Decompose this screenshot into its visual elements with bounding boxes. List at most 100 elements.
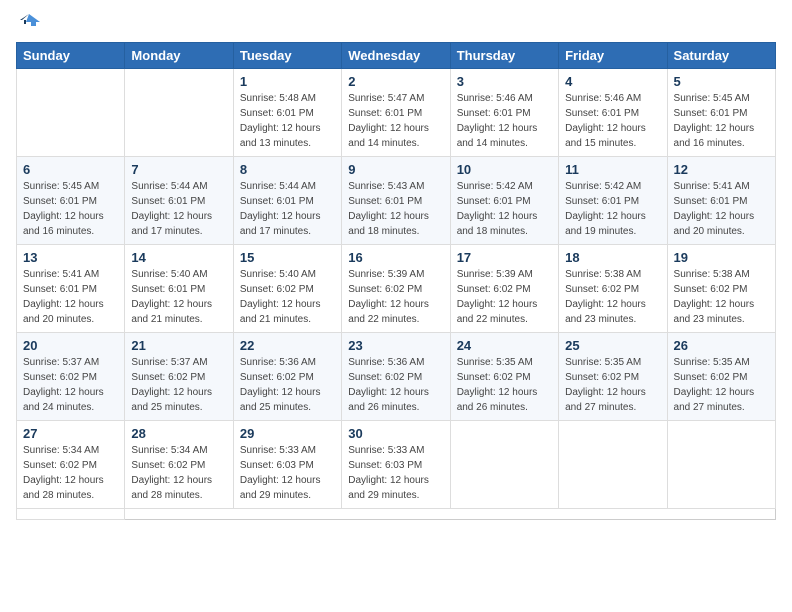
daylight: Daylight: 12 hours and 25 minutes. — [240, 387, 321, 413]
sunrise: Sunrise: 5:36 AM — [348, 357, 424, 368]
day-number: 28 — [131, 426, 226, 441]
day-info: Sunrise: 5:44 AM Sunset: 6:01 PM Dayligh… — [131, 179, 226, 239]
daylight: Daylight: 12 hours and 19 minutes. — [565, 211, 646, 237]
day-info: Sunrise: 5:41 AM Sunset: 6:01 PM Dayligh… — [23, 267, 118, 327]
sunrise: Sunrise: 5:46 AM — [457, 93, 533, 104]
sunset: Sunset: 6:01 PM — [240, 196, 314, 207]
daylight: Daylight: 12 hours and 20 minutes. — [23, 299, 104, 325]
day-info: Sunrise: 5:33 AM Sunset: 6:03 PM Dayligh… — [348, 443, 443, 503]
day-info: Sunrise: 5:45 AM Sunset: 6:01 PM Dayligh… — [23, 179, 118, 239]
sunset: Sunset: 6:01 PM — [457, 196, 531, 207]
calendar-week-row: 13 Sunrise: 5:41 AM Sunset: 6:01 PM Dayl… — [17, 245, 776, 333]
day-number: 27 — [23, 426, 118, 441]
sunrise: Sunrise: 5:35 AM — [457, 357, 533, 368]
day-number: 12 — [674, 162, 769, 177]
sunrise: Sunrise: 5:44 AM — [240, 181, 316, 192]
calendar-day-7: 7 Sunrise: 5:44 AM Sunset: 6:01 PM Dayli… — [125, 157, 233, 245]
day-info: Sunrise: 5:34 AM Sunset: 6:02 PM Dayligh… — [131, 443, 226, 503]
day-info: Sunrise: 5:34 AM Sunset: 6:02 PM Dayligh… — [23, 443, 118, 503]
daylight: Daylight: 12 hours and 29 minutes. — [348, 475, 429, 501]
daylight: Daylight: 12 hours and 29 minutes. — [240, 475, 321, 501]
day-info: Sunrise: 5:40 AM Sunset: 6:02 PM Dayligh… — [240, 267, 335, 327]
day-info: Sunrise: 5:42 AM Sunset: 6:01 PM Dayligh… — [565, 179, 660, 239]
sunrise: Sunrise: 5:42 AM — [565, 181, 641, 192]
day-number: 29 — [240, 426, 335, 441]
weekday-header-sunday: Sunday — [17, 43, 125, 69]
empty-cell — [450, 421, 558, 509]
calendar-week-row: 6 Sunrise: 5:45 AM Sunset: 6:01 PM Dayli… — [17, 157, 776, 245]
sunset: Sunset: 6:01 PM — [674, 108, 748, 119]
daylight: Daylight: 12 hours and 15 minutes. — [565, 123, 646, 149]
sunrise: Sunrise: 5:41 AM — [23, 269, 99, 280]
day-info: Sunrise: 5:35 AM Sunset: 6:02 PM Dayligh… — [565, 355, 660, 415]
sunrise: Sunrise: 5:36 AM — [240, 357, 316, 368]
day-number: 16 — [348, 250, 443, 265]
daylight: Daylight: 12 hours and 16 minutes. — [674, 123, 755, 149]
sunset: Sunset: 6:02 PM — [131, 460, 205, 471]
day-number: 18 — [565, 250, 660, 265]
sunrise: Sunrise: 5:43 AM — [348, 181, 424, 192]
day-info: Sunrise: 5:43 AM Sunset: 6:01 PM Dayligh… — [348, 179, 443, 239]
day-number: 13 — [23, 250, 118, 265]
weekday-header-thursday: Thursday — [450, 43, 558, 69]
daylight: Daylight: 12 hours and 27 minutes. — [565, 387, 646, 413]
calendar-day-1: 1 Sunrise: 5:48 AM Sunset: 6:01 PM Dayli… — [233, 69, 341, 157]
sunrise: Sunrise: 5:38 AM — [565, 269, 641, 280]
day-info: Sunrise: 5:36 AM Sunset: 6:02 PM Dayligh… — [240, 355, 335, 415]
weekday-header-saturday: Saturday — [667, 43, 775, 69]
logo-bird-icon — [18, 12, 40, 34]
sunrise: Sunrise: 5:47 AM — [348, 93, 424, 104]
logo — [16, 16, 40, 34]
sunset: Sunset: 6:02 PM — [23, 460, 97, 471]
daylight: Daylight: 12 hours and 22 minutes. — [457, 299, 538, 325]
calendar-day-6: 6 Sunrise: 5:45 AM Sunset: 6:01 PM Dayli… — [17, 157, 125, 245]
calendar-day-8: 8 Sunrise: 5:44 AM Sunset: 6:01 PM Dayli… — [233, 157, 341, 245]
day-info: Sunrise: 5:40 AM Sunset: 6:01 PM Dayligh… — [131, 267, 226, 327]
sunset: Sunset: 6:02 PM — [565, 372, 639, 383]
sunrise: Sunrise: 5:39 AM — [457, 269, 533, 280]
day-number: 22 — [240, 338, 335, 353]
weekday-header-wednesday: Wednesday — [342, 43, 450, 69]
daylight: Daylight: 12 hours and 18 minutes. — [348, 211, 429, 237]
daylight: Daylight: 12 hours and 21 minutes. — [131, 299, 212, 325]
daylight: Daylight: 12 hours and 17 minutes. — [240, 211, 321, 237]
calendar-week-row — [17, 509, 776, 520]
calendar-day-5: 5 Sunrise: 5:45 AM Sunset: 6:01 PM Dayli… — [667, 69, 775, 157]
daylight: Daylight: 12 hours and 25 minutes. — [131, 387, 212, 413]
calendar-day-21: 21 Sunrise: 5:37 AM Sunset: 6:02 PM Dayl… — [125, 333, 233, 421]
calendar-table: SundayMondayTuesdayWednesdayThursdayFrid… — [16, 42, 776, 520]
calendar-day-27: 27 Sunrise: 5:34 AM Sunset: 6:02 PM Dayl… — [17, 421, 125, 509]
daylight: Daylight: 12 hours and 24 minutes. — [23, 387, 104, 413]
daylight: Daylight: 12 hours and 20 minutes. — [674, 211, 755, 237]
sunset: Sunset: 6:01 PM — [23, 196, 97, 207]
daylight: Daylight: 12 hours and 28 minutes. — [23, 475, 104, 501]
daylight: Daylight: 12 hours and 26 minutes. — [457, 387, 538, 413]
daylight: Daylight: 12 hours and 22 minutes. — [348, 299, 429, 325]
sunset: Sunset: 6:01 PM — [348, 196, 422, 207]
sunrise: Sunrise: 5:39 AM — [348, 269, 424, 280]
calendar-day-2: 2 Sunrise: 5:47 AM Sunset: 6:01 PM Dayli… — [342, 69, 450, 157]
day-info: Sunrise: 5:38 AM Sunset: 6:02 PM Dayligh… — [565, 267, 660, 327]
day-info: Sunrise: 5:33 AM Sunset: 6:03 PM Dayligh… — [240, 443, 335, 503]
sunset: Sunset: 6:02 PM — [565, 284, 639, 295]
day-info: Sunrise: 5:48 AM Sunset: 6:01 PM Dayligh… — [240, 91, 335, 151]
day-info: Sunrise: 5:39 AM Sunset: 6:02 PM Dayligh… — [348, 267, 443, 327]
day-number: 5 — [674, 74, 769, 89]
weekday-header-tuesday: Tuesday — [233, 43, 341, 69]
day-number: 11 — [565, 162, 660, 177]
sunrise: Sunrise: 5:40 AM — [131, 269, 207, 280]
day-number: 6 — [23, 162, 118, 177]
sunset: Sunset: 6:01 PM — [240, 108, 314, 119]
sunset: Sunset: 6:01 PM — [131, 196, 205, 207]
daylight: Daylight: 12 hours and 16 minutes. — [23, 211, 104, 237]
empty-cell — [667, 421, 775, 509]
sunrise: Sunrise: 5:35 AM — [674, 357, 750, 368]
calendar-week-row: 1 Sunrise: 5:48 AM Sunset: 6:01 PM Dayli… — [17, 69, 776, 157]
day-number: 19 — [674, 250, 769, 265]
sunrise: Sunrise: 5:35 AM — [565, 357, 641, 368]
day-number: 15 — [240, 250, 335, 265]
empty-cell — [125, 69, 233, 157]
page-header — [16, 16, 776, 34]
sunrise: Sunrise: 5:41 AM — [674, 181, 750, 192]
sunrise: Sunrise: 5:33 AM — [348, 445, 424, 456]
